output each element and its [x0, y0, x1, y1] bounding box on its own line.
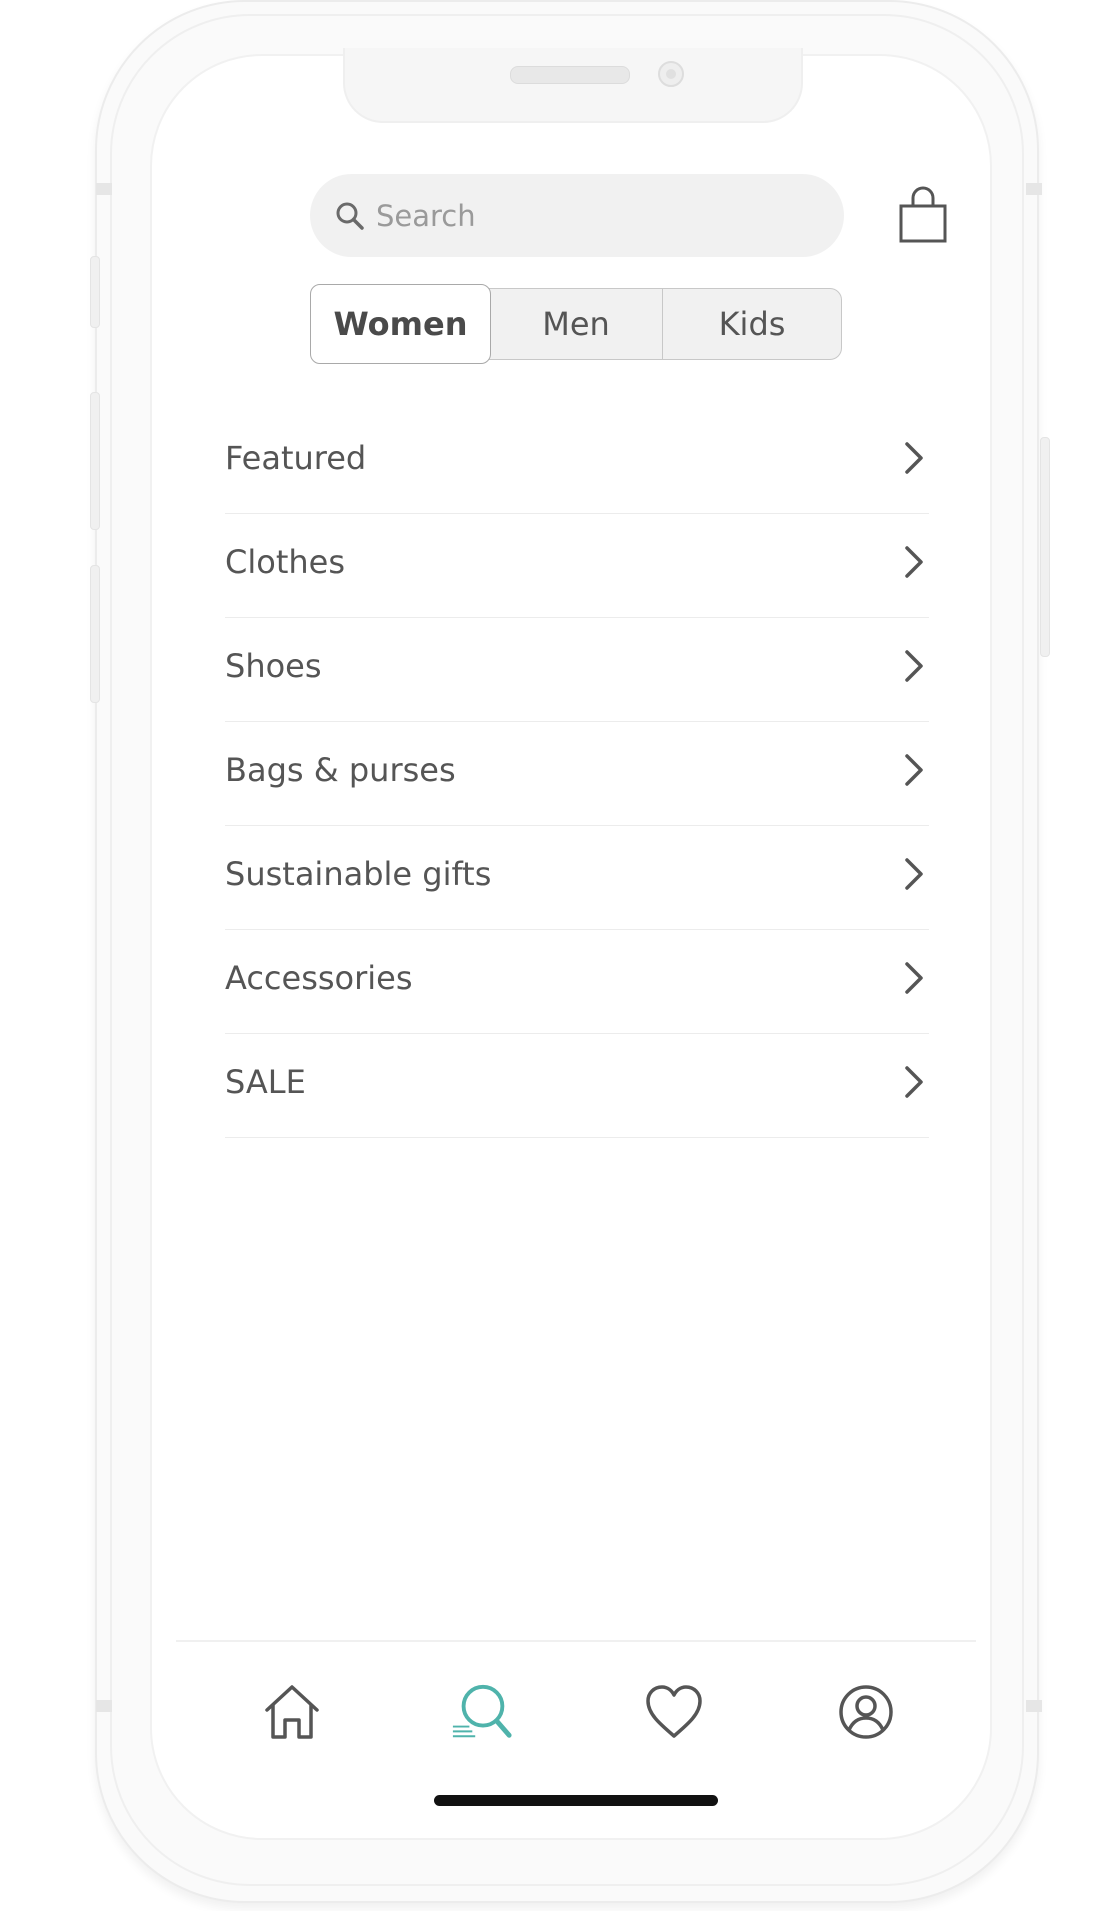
front-camera — [658, 61, 684, 87]
search-bar[interactable] — [310, 174, 844, 257]
category-item-bags-purses[interactable]: Bags & purses — [225, 722, 929, 826]
category-item-clothes[interactable]: Clothes — [225, 514, 929, 618]
tab-bar-divider — [176, 1640, 976, 1642]
chevron-right-icon — [905, 753, 923, 786]
antenna-band — [1026, 183, 1042, 195]
category-label: Bags & purses — [225, 750, 456, 789]
chevron-right-icon — [905, 857, 923, 890]
chevron-right-icon — [905, 545, 923, 578]
nav-favorites[interactable] — [642, 1680, 706, 1744]
heart-icon — [646, 1685, 702, 1738]
volume-down-button — [90, 565, 100, 703]
gender-segmented-control: Men Kids Women — [310, 284, 842, 364]
power-button — [1040, 437, 1050, 657]
category-label: Featured — [225, 438, 367, 477]
category-item-sustainable-gifts[interactable]: Sustainable gifts — [225, 826, 929, 930]
home-icon — [265, 1685, 319, 1739]
antenna-band — [96, 1700, 112, 1712]
home-indicator[interactable] — [434, 1795, 718, 1806]
nav-profile[interactable] — [834, 1680, 898, 1744]
category-label: Shoes — [225, 646, 322, 685]
volume-up-button — [90, 392, 100, 530]
search-input[interactable] — [374, 197, 798, 234]
category-label: Accessories — [225, 958, 413, 997]
chevron-right-icon — [905, 1065, 923, 1098]
category-item-featured[interactable]: Featured — [225, 410, 929, 514]
segment-kids[interactable]: Kids — [662, 288, 842, 360]
category-label: Sustainable gifts — [225, 854, 492, 893]
category-item-accessories[interactable]: Accessories — [225, 930, 929, 1034]
nav-home[interactable] — [260, 1680, 324, 1744]
antenna-band — [96, 183, 112, 195]
shopping-bag-icon[interactable] — [898, 186, 948, 244]
segment-women[interactable]: Women — [310, 284, 491, 364]
search-icon — [336, 202, 364, 230]
nav-search[interactable] — [450, 1680, 514, 1744]
antenna-band — [1026, 1700, 1042, 1712]
category-label: Clothes — [225, 542, 345, 581]
category-list: Featured Clothes Shoes Bags & purses Sus… — [225, 410, 929, 1138]
mute-switch — [90, 256, 100, 328]
notch — [343, 48, 803, 123]
category-item-sale[interactable]: SALE — [225, 1034, 929, 1138]
profile-icon — [839, 1685, 893, 1739]
search-icon — [452, 1684, 512, 1738]
chevron-right-icon — [905, 961, 923, 994]
category-label: SALE — [225, 1062, 306, 1101]
category-item-shoes[interactable]: Shoes — [225, 618, 929, 722]
speaker-grille — [510, 66, 630, 84]
segment-men[interactable]: Men — [488, 288, 664, 360]
chevron-right-icon — [905, 441, 923, 474]
chevron-right-icon — [905, 649, 923, 682]
